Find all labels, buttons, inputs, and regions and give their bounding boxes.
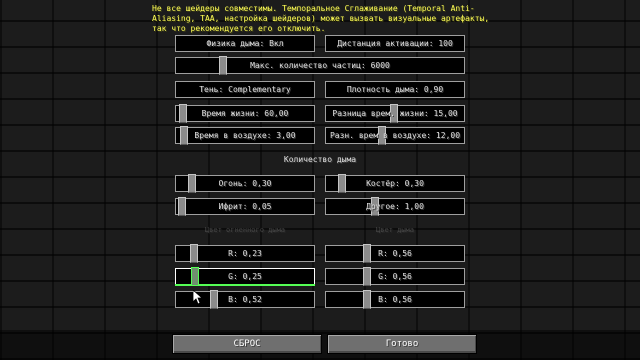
fire-slider[interactable]: Огонь: 0,30 xyxy=(175,174,315,193)
smoke-b-slider[interactable]: B: 0,56 xyxy=(325,290,465,309)
slider-knob[interactable] xyxy=(219,56,227,75)
slider-knob[interactable] xyxy=(178,197,186,216)
compat-warning: Не все шейдеры совместимы. Темпоральное … xyxy=(152,4,490,33)
background-dim xyxy=(0,0,640,360)
smoke-r-label: R: 0,56 xyxy=(378,249,412,258)
fire-r-slider[interactable]: R: 0,23 xyxy=(175,244,315,263)
smoke-g-label: G: 0,56 xyxy=(378,272,412,281)
slider-knob[interactable] xyxy=(191,267,199,286)
slider-knob[interactable] xyxy=(363,267,371,286)
shadow-label: Тень: Complementary xyxy=(199,85,291,94)
fire-b-label: B: 0,52 xyxy=(228,295,262,304)
slider-knob[interactable] xyxy=(180,126,188,145)
other-label: Другое: 1,00 xyxy=(366,202,424,211)
smoke-color-title: Цвет дыма xyxy=(376,226,414,234)
slider-knob[interactable] xyxy=(210,290,218,309)
fire-g-slider[interactable]: G: 0,25 xyxy=(175,267,315,286)
lifetime-diff-label: Разница врем. жизни: 15,00 xyxy=(332,109,458,118)
mouse-cursor-icon xyxy=(193,290,203,304)
slider-knob[interactable] xyxy=(363,290,371,309)
smoke-r-slider[interactable]: R: 0,56 xyxy=(325,244,465,263)
activation-distance-button[interactable]: Дистанция активации: 100 xyxy=(325,35,465,52)
air-time-slider[interactable]: Время в воздухе: 3,00 xyxy=(175,126,315,145)
fire-label: Огонь: 0,30 xyxy=(218,179,272,188)
slider-knob[interactable] xyxy=(179,104,187,123)
lifetime-slider[interactable]: Время жизни: 60,00 xyxy=(175,104,315,123)
slider-knob[interactable] xyxy=(338,174,346,193)
lifetime-label: Время жизни: 60,00 xyxy=(201,109,289,118)
smoke-density-button[interactable]: Плотность дыма: 0,90 xyxy=(325,81,465,98)
fire-g-label: G: 0,25 xyxy=(228,272,262,281)
smoke-amount-title: Количество дыма xyxy=(283,155,357,164)
slider-knob[interactable] xyxy=(190,244,198,263)
lifetime-diff-slider[interactable]: Разница врем. жизни: 15,00 xyxy=(325,104,465,123)
done-button[interactable]: Готово xyxy=(327,334,477,354)
fire-smoke-color-title: Цвет огненного дыма xyxy=(204,226,286,234)
smoke-g-slider[interactable]: G: 0,56 xyxy=(325,267,465,286)
campfire-slider[interactable]: Костёр: 0,30 xyxy=(325,174,465,193)
activation-distance-label: Дистанция активации: 100 xyxy=(337,39,453,48)
shadow-button[interactable]: Тень: Complementary xyxy=(175,81,315,98)
fire-r-label: R: 0,23 xyxy=(228,249,262,258)
smoke-b-label: B: 0,56 xyxy=(378,295,412,304)
smoke-physics-label: Физика дыма: Вкл xyxy=(206,39,284,48)
ifrit-slider[interactable]: Ифрит: 0,05 xyxy=(175,197,315,216)
slider-knob[interactable] xyxy=(188,174,196,193)
slider-knob[interactable] xyxy=(363,244,371,263)
max-particles-slider[interactable]: Макс. количество частиц: 6000 xyxy=(175,56,465,75)
reset-button[interactable]: СБРОС xyxy=(172,334,322,354)
air-time-label: Время в воздухе: 3,00 xyxy=(194,131,296,140)
smoke-density-label: Плотность дыма: 0,90 xyxy=(346,85,444,94)
air-time-diff-label: Разн. врем в воздухе: 12,00 xyxy=(329,131,461,140)
other-slider[interactable]: Другое: 1,00 xyxy=(325,197,465,216)
campfire-label: Костёр: 0,30 xyxy=(366,179,424,188)
ifrit-label: Ифрит: 0,05 xyxy=(218,202,272,211)
max-particles-label: Макс. количество частиц: 6000 xyxy=(250,61,390,70)
air-time-diff-slider[interactable]: Разн. врем в воздухе: 12,00 xyxy=(325,126,465,145)
smoke-physics-button[interactable]: Физика дыма: Вкл xyxy=(175,35,315,52)
